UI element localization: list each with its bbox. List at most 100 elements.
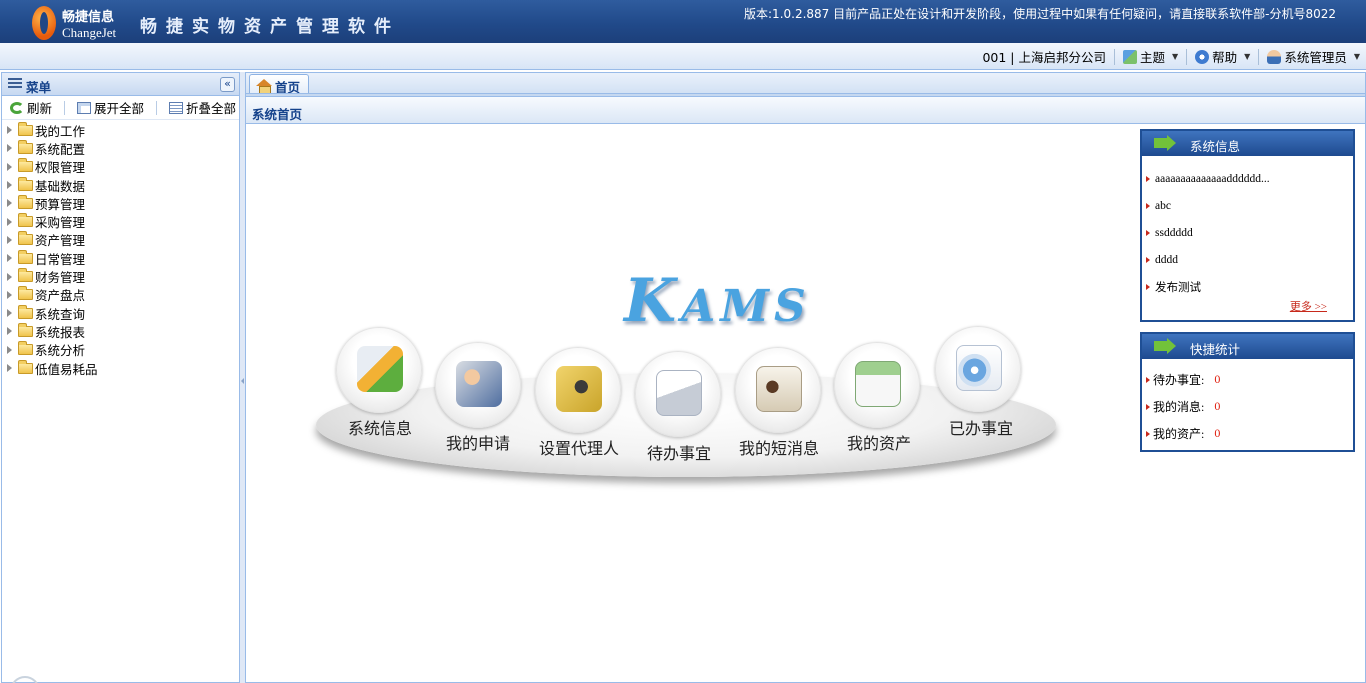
toolbar-divider (1186, 48, 1188, 65)
theme-menu-button[interactable]: 主题 ▼ (1122, 47, 1179, 66)
tree-node-my-work[interactable]: 我的工作 (2, 121, 239, 139)
expand-arrow-icon[interactable] (7, 181, 12, 190)
list-item[interactable]: abc (1146, 192, 1353, 219)
folder-icon (18, 268, 33, 283)
kams-logo-letter: M (720, 281, 775, 332)
tree-node-label: 系统查询 (35, 306, 86, 322)
folder-icon (18, 139, 33, 154)
app-banner: 畅捷信息 ChangeJet 畅捷实物资产管理软件 版本:1.0.2.887 目… (0, 0, 1366, 43)
tree-node-label: 采购管理 (35, 215, 86, 231)
folder-icon (18, 158, 33, 173)
expand-arrow-icon[interactable] (7, 217, 12, 226)
expand-arrow-icon[interactable] (7, 327, 12, 336)
tree-node-label: 财务管理 (35, 270, 86, 286)
logo-english-text: ChangeJet (62, 25, 117, 40)
menu-title: 菜单 (26, 80, 52, 95)
tree-node-reports[interactable]: 系统报表 (2, 322, 239, 340)
my-messages-icon (756, 366, 802, 412)
expand-arrow-icon[interactable] (7, 126, 12, 135)
tree-node-analysis[interactable]: 系统分析 (2, 341, 239, 359)
refresh-icon (10, 101, 24, 114)
chevron-down-icon: ▼ (1172, 52, 1179, 61)
expand-arrow-icon[interactable] (7, 254, 12, 263)
folder-icon (18, 176, 33, 191)
collapse-panel-button[interactable]: « (220, 77, 235, 92)
help-menu-button[interactable]: 帮助 ▼ (1195, 47, 1250, 66)
arrow-right-icon (1154, 338, 1176, 354)
tree-node-label: 系统配置 (35, 141, 86, 157)
kams-logo-letter: A (681, 281, 721, 332)
stat-row-assets[interactable]: 我的资产: 0 (1146, 420, 1353, 447)
expand-all-label: 展开全部 (94, 101, 145, 116)
folder-icon (18, 359, 33, 374)
menu-list-icon (8, 78, 22, 90)
list-item[interactable]: dddd (1146, 246, 1353, 273)
expand-arrow-icon[interactable] (7, 364, 12, 372)
expand-arrow-icon[interactable] (7, 235, 12, 244)
list-item[interactable]: aaaaaaaaaaaaaadddddd... (1146, 165, 1353, 192)
tree-node-inventory-count[interactable]: 资产盘点 (2, 286, 239, 304)
expand-all-button[interactable]: 展开全部 (77, 98, 144, 117)
quick-link-circle (535, 347, 621, 433)
expand-arrow-icon[interactable] (7, 162, 12, 171)
tree-node-purchasing[interactable]: 采购管理 (2, 212, 239, 230)
list-item[interactable]: 发布测试 (1146, 273, 1353, 300)
stat-row-pending[interactable]: 待办事宜: 0 (1146, 366, 1353, 393)
expand-arrow-icon[interactable] (7, 345, 12, 354)
tree-node-base-data[interactable]: 基础数据 (2, 176, 239, 194)
completed-tasks-icon (956, 345, 1002, 391)
version-notice: 版本:1.0.2.887 目前产品正处在设计和开发阶段，使用过程中如果有任何疑问… (744, 7, 1336, 21)
tree-node-permissions[interactable]: 权限管理 (2, 158, 239, 176)
expand-arrow-icon[interactable] (7, 144, 12, 153)
tree-node-consumables[interactable]: 低值易耗品 (2, 359, 239, 377)
refresh-button[interactable]: 刷新 (10, 98, 52, 117)
arrow-right-icon (1154, 135, 1176, 151)
quick-link-circle (435, 342, 521, 428)
user-menu-button[interactable]: 系统管理员 ▼ (1267, 47, 1360, 66)
tree-node-budget[interactable]: 预算管理 (2, 194, 239, 212)
expand-arrow-icon[interactable] (7, 199, 12, 208)
list-item[interactable]: ssddddd (1146, 219, 1353, 246)
tree-node-label: 日常管理 (35, 251, 86, 267)
quick-link-circle (735, 347, 821, 433)
theme-icon (1122, 49, 1137, 64)
main-area: 首页 系统首页 KAMS 系统信息 我的申请 设置代理人 待办事宜 我的短消息 (245, 72, 1366, 683)
stat-value: 0 (1214, 399, 1221, 413)
stat-label: 我的消息: (1153, 400, 1205, 414)
toolbar-divider (64, 100, 66, 115)
company-logo: 畅捷信息 ChangeJet (28, 4, 124, 40)
tree-node-daily[interactable]: 日常管理 (2, 249, 239, 267)
tab-bar: 首页 (245, 72, 1366, 97)
tree-node-finance[interactable]: 财务管理 (2, 267, 239, 285)
stat-value: 0 (1214, 426, 1221, 440)
expand-arrow-icon[interactable] (7, 290, 12, 299)
expand-arrow-icon[interactable] (7, 272, 12, 281)
theme-label: 主题 (1139, 50, 1165, 65)
folder-icon (18, 121, 33, 136)
tree-node-label: 低值易耗品 (35, 361, 98, 377)
my-assets-icon (855, 361, 901, 407)
tree-node-assets[interactable]: 资产管理 (2, 231, 239, 249)
more-link[interactable]: 更多 >> (1290, 298, 1327, 314)
chevron-down-icon: ▼ (1353, 52, 1360, 61)
my-applications-icon (456, 361, 502, 407)
toolbar-divider (156, 100, 158, 115)
home-content: KAMS 系统信息 我的申请 设置代理人 待办事宜 我的短消息 我的资产 已办事… (245, 124, 1366, 683)
logo-mark-icon (32, 6, 56, 40)
toolbar-divider (1258, 48, 1260, 65)
stat-row-messages[interactable]: 我的消息: 0 (1146, 393, 1353, 420)
quick-stats-box-title: 快捷统计 (1190, 342, 1241, 357)
tree-node-query[interactable]: 系统查询 (2, 304, 239, 322)
system-info-list: aaaaaaaaaaaaaadddddd... abc ssddddd dddd… (1142, 156, 1353, 300)
expand-arrow-icon[interactable] (7, 309, 12, 318)
quick-stats-box: 快捷统计 待办事宜: 0 我的消息: 0 我的资产: 0 (1140, 332, 1355, 452)
tree-node-label: 基础数据 (35, 178, 86, 194)
tree-node-system-config[interactable]: 系统配置 (2, 139, 239, 157)
menu-tree: 我的工作 系统配置 权限管理 基础数据 预算管理 采购管理 资产管理 日常管理 … (2, 120, 239, 377)
collapse-all-button[interactable]: 折叠全部 (169, 98, 236, 117)
menu-header: 菜单 « (2, 73, 239, 96)
user-icon (1267, 49, 1282, 64)
top-toolbar: 001 | 上海启邦分公司 主题 ▼ 帮助 ▼ 系统管理员 ▼ (0, 43, 1366, 70)
help-label: 帮助 (1212, 50, 1238, 65)
user-label: 系统管理员 (1284, 50, 1347, 65)
